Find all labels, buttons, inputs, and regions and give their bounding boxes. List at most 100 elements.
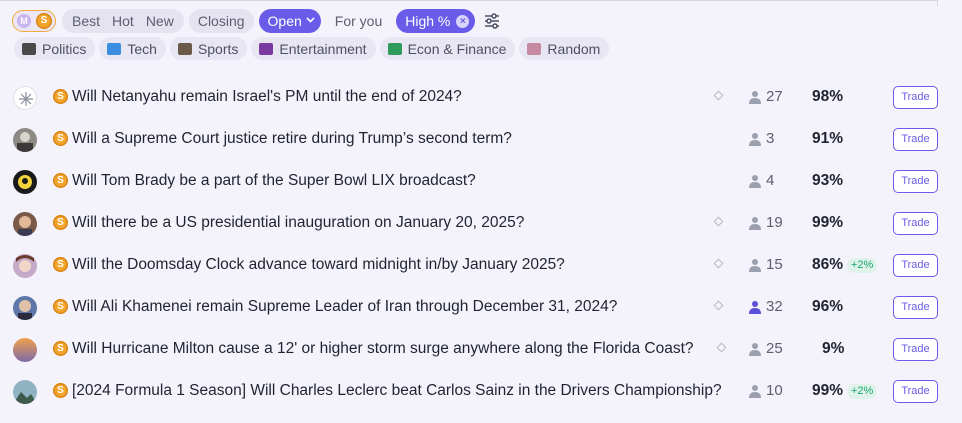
- trade-button[interactable]: Trade: [893, 338, 938, 361]
- bookmark-diamond-icon[interactable]: [716, 342, 727, 353]
- trader-count-value: 10: [766, 382, 783, 399]
- market-row[interactable]: S Will a Supreme Court justice retire du…: [0, 118, 962, 160]
- sweepcash-icon: S: [53, 341, 68, 356]
- trader-count-value: 25: [766, 340, 783, 357]
- trader-count: 3: [748, 130, 774, 147]
- sort-hot[interactable]: Hot: [106, 9, 140, 33]
- market-row[interactable]: S Will Hurricane Milton cause a 12' or h…: [0, 328, 962, 370]
- trader-count: 32: [748, 298, 783, 315]
- probability: 99%: [812, 214, 844, 231]
- market-question[interactable]: Will the Doomsday Clock advance toward m…: [72, 256, 565, 274]
- avatar: [13, 170, 37, 194]
- trader-count: 15: [748, 256, 783, 273]
- user-icon: [749, 174, 761, 188]
- market-question[interactable]: Will Ali Khamenei remain Supreme Leader …: [72, 298, 617, 316]
- trader-count-value: 3: [766, 130, 775, 147]
- market-row[interactable]: S Will Netanyahu remain Israel's PM unti…: [0, 76, 962, 118]
- trade-button[interactable]: Trade: [893, 254, 938, 277]
- sweepcash-icon: S: [53, 173, 68, 188]
- trade-button[interactable]: Trade: [893, 296, 938, 319]
- closing-filter[interactable]: Closing: [188, 9, 254, 33]
- market-row[interactable]: S Will the Doomsday Clock advance toward…: [0, 244, 962, 286]
- probability-change-badge: +2%: [847, 384, 878, 399]
- close-icon[interactable]: ×: [456, 14, 470, 28]
- for-you-filter[interactable]: For you: [326, 9, 391, 33]
- user-icon: [749, 384, 761, 398]
- trader-count: 10: [748, 382, 783, 399]
- trader-count: 25: [748, 340, 783, 357]
- trade-button[interactable]: Trade: [893, 128, 938, 151]
- bookmark-diamond-icon[interactable]: [713, 300, 724, 311]
- trade-button[interactable]: Trade: [893, 212, 938, 235]
- probability-change-badge: +2%: [847, 258, 878, 273]
- market-question[interactable]: [2024 Formula 1 Season] Will Charles Lec…: [52, 379, 742, 402]
- category-label: Politics: [42, 40, 87, 57]
- sort-segment: Best Hot New: [62, 9, 184, 33]
- category-tech[interactable]: Tech: [99, 37, 166, 60]
- chevron-down-icon: [306, 9, 315, 33]
- sweepcash-icon: S: [36, 13, 52, 29]
- stadium-icon: [177, 42, 192, 55]
- high-prob-label: High %: [405, 13, 451, 29]
- category-sports[interactable]: Sports: [169, 37, 248, 60]
- trade-button[interactable]: Trade: [893, 380, 938, 403]
- user-icon: [749, 216, 761, 230]
- trade-button[interactable]: Trade: [893, 170, 938, 193]
- category-entertainment[interactable]: Entertainment: [251, 37, 376, 60]
- bookmark-diamond-icon[interactable]: [713, 90, 724, 101]
- trader-count-value: 4: [766, 172, 775, 189]
- sweepcash-icon: S: [53, 299, 68, 314]
- probability: 91%: [812, 130, 844, 147]
- avatar: [13, 86, 37, 110]
- bookmark-diamond-icon[interactable]: [713, 258, 724, 269]
- avatar: [13, 380, 37, 404]
- user-icon: [749, 300, 761, 314]
- clapperboard-icon: [22, 42, 36, 55]
- market-row[interactable]: S Will Tom Brady be a part of the Super …: [0, 160, 962, 202]
- probability: 93%: [812, 172, 844, 189]
- market-question[interactable]: Will there be a US presidential inaugura…: [72, 214, 524, 232]
- trader-count-value: 32: [766, 298, 783, 315]
- probability: 99%: [812, 382, 844, 399]
- trader-count: 4: [748, 172, 774, 189]
- category-label: Econ & Finance: [407, 40, 507, 57]
- category-random[interactable]: Random: [519, 37, 610, 60]
- sort-best[interactable]: Best: [66, 9, 106, 33]
- sweepcash-icon: S: [53, 257, 68, 272]
- avatar: [13, 296, 37, 320]
- market-row[interactable]: S [2024 Formula 1 Season] Will Charles L…: [0, 370, 962, 423]
- sweepcash-icon: S: [53, 131, 68, 146]
- money-icon: [387, 42, 402, 55]
- market-row[interactable]: S Will there be a US presidential inaugu…: [0, 202, 962, 244]
- market-question[interactable]: Will Netanyahu remain Israel's PM until …: [72, 88, 462, 106]
- trade-button[interactable]: Trade: [893, 86, 938, 109]
- filter-bar: M S Best Hot New Closing Open For you Hi…: [12, 9, 501, 33]
- dice-icon: [527, 42, 542, 55]
- market-row[interactable]: S Will Ali Khamenei remain Supreme Leade…: [0, 286, 962, 328]
- category-politics[interactable]: Politics: [14, 37, 96, 60]
- market-question[interactable]: Will Tom Brady be a part of the Super Bo…: [72, 172, 476, 190]
- probability: 9%: [822, 340, 845, 357]
- high-prob-filter[interactable]: High % ×: [396, 9, 476, 33]
- market-question[interactable]: Will a Supreme Court justice retire duri…: [72, 130, 512, 148]
- user-icon: [749, 90, 761, 104]
- trader-count-value: 15: [766, 256, 783, 273]
- category-label: Entertainment: [279, 40, 367, 57]
- top-border: [0, 0, 937, 1]
- trader-count: 27: [748, 88, 783, 105]
- user-icon: [749, 258, 761, 272]
- sweepcash-icon: S: [53, 215, 68, 230]
- bookmark-diamond-icon[interactable]: [713, 216, 724, 227]
- category-bar: Politics Tech Sports Entertainment Econ …: [14, 37, 613, 60]
- category-label: Tech: [127, 40, 157, 57]
- market-question[interactable]: Will Hurricane Milton cause a 12' or hig…: [72, 340, 694, 358]
- trader-count-value: 27: [766, 88, 783, 105]
- sweepcash-icon: S: [53, 89, 68, 104]
- sort-new[interactable]: New: [140, 9, 180, 33]
- status-dropdown[interactable]: Open: [258, 9, 321, 33]
- probability: 86%: [812, 256, 844, 273]
- currency-toggle[interactable]: M S: [12, 10, 56, 32]
- category-econ-finance[interactable]: Econ & Finance: [379, 37, 516, 60]
- sliders-icon[interactable]: [483, 12, 501, 30]
- user-icon: [749, 132, 761, 146]
